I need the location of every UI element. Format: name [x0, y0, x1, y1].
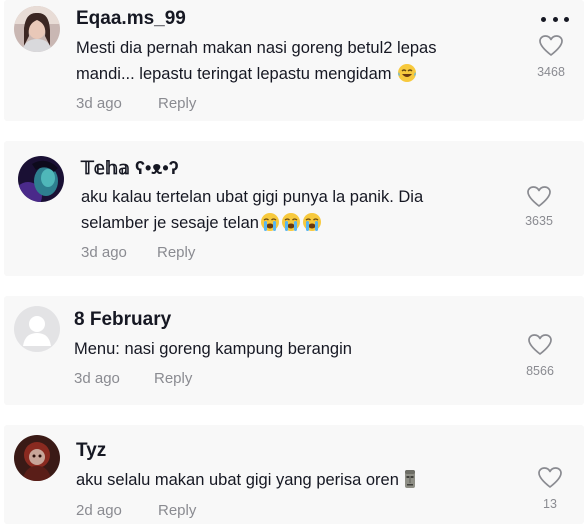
comment-username[interactable]: 8 February: [74, 309, 171, 331]
comment-text-line: aku kalau tertelan ubat gigi punya la pa…: [81, 188, 424, 206]
heart-outline-icon[interactable]: [537, 466, 563, 490]
heart-outline-icon[interactable]: [526, 185, 552, 209]
comment-timestamp: 3d ago: [74, 370, 120, 387]
crying-emoji-icon: [281, 213, 300, 231]
comment-text: aku kalau tertelan ubat gigi punya la pa…: [81, 184, 423, 236]
crying-emoji-icon: [302, 213, 321, 231]
reply-button[interactable]: Reply: [158, 95, 196, 112]
laughing-tears-emoji-icon: [398, 64, 417, 82]
reply-button[interactable]: Reply: [154, 370, 192, 387]
comment-username[interactable]: Tyz: [76, 440, 106, 462]
avatar[interactable]: [14, 6, 60, 52]
comment-text: Mesti dia pernah makan nasi goreng betul…: [76, 35, 436, 87]
comment-timestamp: 2d ago: [76, 502, 122, 519]
comment-card: 𝕋𝕖𝕙𝕒 ʕ•ᴥ•ʔ aku kalau tertelan ubat gigi …: [4, 141, 584, 276]
comment-text: aku selalu makan ubat gigi yang perisa o…: [76, 467, 420, 493]
more-options-icon[interactable]: [541, 14, 569, 24]
comment-text-line: Mesti dia pernah makan nasi goreng betul…: [76, 39, 437, 57]
comment-card: 8 February Menu: nasi goreng kampung ber…: [4, 296, 584, 405]
moai-emoji-icon: [404, 470, 415, 488]
like-count: 13: [543, 497, 557, 511]
heart-outline-icon[interactable]: [538, 34, 564, 58]
like-count: 3468: [537, 65, 565, 79]
comment-text: Menu: nasi goreng kampung berangin: [74, 340, 352, 358]
comment-text-segment: mandi... lepastu teringat lepastu mengid…: [76, 65, 392, 83]
comment-text-line: mandi... lepastu teringat lepastu mengid…: [76, 61, 436, 87]
comment-timestamp: 3d ago: [81, 244, 127, 261]
comment-card: Tyz aku selalu makan ubat gigi yang peri…: [4, 425, 584, 524]
comment-username[interactable]: Eqaa.ms_99: [76, 8, 186, 30]
comment-username[interactable]: 𝕋𝕖𝕙𝕒 ʕ•ᴥ•ʔ: [81, 158, 179, 179]
comment-text-segment: aku selalu makan ubat gigi yang perisa o…: [76, 471, 399, 489]
like-count: 3635: [525, 214, 553, 228]
avatar[interactable]: [18, 156, 64, 202]
avatar[interactable]: [14, 306, 60, 352]
avatar[interactable]: [14, 435, 60, 481]
heart-outline-icon[interactable]: [527, 333, 553, 357]
like-count: 8566: [526, 364, 554, 378]
comment-card: Eqaa.ms_99 Mesti dia pernah makan nasi g…: [4, 0, 584, 121]
crying-emoji-icon: [260, 213, 279, 231]
reply-button[interactable]: Reply: [157, 244, 195, 261]
comment-timestamp: 3d ago: [76, 95, 122, 112]
reply-button[interactable]: Reply: [158, 502, 196, 519]
comment-text-line: selamber je sesaje telan: [81, 210, 423, 236]
comment-text-segment: selamber je sesaje telan: [81, 214, 259, 232]
